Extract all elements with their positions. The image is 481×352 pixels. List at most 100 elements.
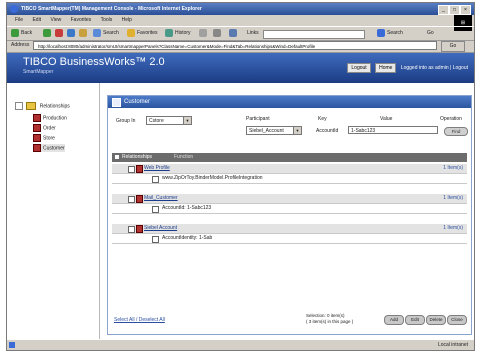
selection-summary: Selection: 0 item(s) ( 3 item(s) in this…	[306, 313, 353, 325]
address-label: Address	[11, 42, 30, 48]
participant-select[interactable]: Siebel_Account ▼	[246, 126, 302, 135]
home-icon[interactable]	[79, 29, 87, 37]
participant-header: Participant	[246, 116, 270, 122]
items-link[interactable]: 1 Item(s)	[443, 194, 463, 203]
edit-button[interactable]: Edit	[405, 315, 425, 325]
sidebar-item-order[interactable]: Order	[33, 124, 56, 132]
back-button[interactable]: Back	[21, 29, 32, 38]
product-subtitle: SmartMapper	[23, 69, 54, 75]
row-checkbox[interactable]	[128, 196, 135, 203]
relationship-item-row[interactable]: AccountId: 1-Sabc123	[112, 204, 467, 214]
page-done-icon	[9, 342, 15, 348]
menu-tools[interactable]: Tools	[101, 17, 113, 23]
dropdown-arrow-icon[interactable]: ▼	[293, 127, 301, 134]
row-checkbox[interactable]	[128, 166, 135, 173]
participant-value: Siebel_Account	[249, 128, 284, 134]
row-checkbox[interactable]	[152, 236, 159, 243]
address-go-button[interactable]: Go	[441, 41, 465, 52]
menu-favorites[interactable]: Favorites	[71, 17, 92, 23]
folder-icon	[26, 102, 37, 110]
mail-icon[interactable]	[199, 29, 207, 37]
maximize-icon[interactable]: □	[449, 5, 460, 15]
home-button[interactable]: Home	[375, 63, 397, 73]
item-label: AccountIdentity: 1-Sab	[162, 235, 213, 241]
value-input[interactable]: 1-Sabc123	[348, 126, 438, 134]
search-icon[interactable]	[93, 29, 101, 37]
sidebar-item-customer[interactable]: Customer	[33, 144, 65, 152]
row-checkbox[interactable]	[128, 226, 135, 233]
expand-icon[interactable]	[15, 102, 23, 110]
panel-title: Customer	[124, 99, 151, 105]
relationship-group-row[interactable]: Mail_Customer 1 Item(s)	[112, 194, 467, 204]
group-select[interactable]: Cstore ▼	[146, 116, 192, 125]
menu-edit[interactable]: Edit	[32, 17, 41, 23]
stop-icon[interactable]	[55, 29, 63, 37]
history-icon[interactable]	[165, 29, 173, 37]
toolbar-search-input[interactable]	[263, 30, 365, 39]
logout-button[interactable]: Logout	[347, 63, 371, 73]
collapse-icon[interactable]	[115, 155, 119, 159]
page-item-count: ( 3 item(s) in this page )	[306, 319, 354, 324]
items-link[interactable]: 1 Item(s)	[443, 164, 463, 173]
favorites-button[interactable]: Favorites	[137, 29, 158, 38]
sidebar-item-label: Customer	[43, 145, 65, 152]
status-zone: Local intranet	[437, 342, 468, 348]
search-button[interactable]: Search	[103, 29, 119, 38]
close-button[interactable]: Close	[447, 315, 467, 325]
menu-file[interactable]: File	[15, 17, 23, 23]
find-button[interactable]: Find	[444, 127, 468, 136]
page-content: TIBCO BusinessWorks™ 2.0 SmartMapper Log…	[7, 53, 474, 339]
add-button[interactable]: Add	[384, 315, 404, 325]
address-input[interactable]: http://localhost:8080/administrator/smUI…	[33, 41, 437, 50]
forward-arrow-icon[interactable]	[43, 29, 51, 37]
address-bar: Address http://localhost:8080/administra…	[7, 40, 474, 53]
history-button[interactable]: History	[175, 29, 191, 38]
participant-icon	[136, 195, 143, 203]
group-label[interactable]: Web Profile	[144, 164, 170, 173]
sidebar-item-store[interactable]: Store	[33, 134, 55, 142]
key-value: AccountId	[316, 128, 339, 134]
favorites-icon[interactable]	[127, 29, 135, 37]
items-link[interactable]: 1 Item(s)	[443, 224, 463, 233]
search-web-button[interactable]: Search	[387, 29, 403, 38]
row-checkbox[interactable]	[152, 176, 159, 183]
relationships-header: Relationships Function	[112, 153, 467, 162]
close-icon[interactable]: ×	[460, 5, 471, 15]
browser-window: TIBCO SmartMapper(TM) Management Console…	[6, 2, 475, 351]
dropdown-arrow-icon[interactable]: ▼	[183, 117, 191, 124]
edit-icon[interactable]	[229, 29, 237, 37]
relationship-item-row[interactable]: AccountIdentity: 1-Sab	[112, 234, 467, 244]
back-arrow-icon[interactable]	[11, 29, 19, 37]
minimize-icon[interactable]: _	[438, 5, 449, 15]
relationship-group-row[interactable]: Siebel Account 1 Item(s)	[112, 224, 467, 234]
row-checkbox[interactable]	[152, 206, 159, 213]
group-label[interactable]: Siebel Account	[144, 224, 177, 233]
relationship-item-row[interactable]: www.ZipOrToy.BinderModel.ProfileIntegrat…	[112, 174, 467, 184]
customer-panel: Customer Group In Cstore ▼ Participant K…	[107, 95, 472, 335]
relation-icon	[33, 114, 41, 122]
product-name: TIBCO BusinessWorks™ 2.0	[23, 56, 165, 68]
go-button[interactable]: Go	[427, 29, 434, 38]
refresh-icon[interactable]	[67, 29, 75, 37]
operation-header: Operation	[440, 116, 462, 122]
sidebar-root[interactable]: Relationships	[15, 102, 70, 110]
relationship-group-row[interactable]: Web Profile 1 Item(s)	[112, 164, 467, 174]
sidebar-item-production[interactable]: Production	[33, 114, 67, 122]
print-icon[interactable]	[213, 29, 221, 37]
relationships-sub: Function	[174, 154, 194, 160]
group-label: Group In	[116, 118, 136, 124]
links-label[interactable]: Links	[247, 29, 259, 38]
group-select-value: Cstore	[149, 118, 164, 124]
relation-icon	[33, 124, 41, 132]
status-bar: Local intranet	[7, 339, 474, 350]
toolbar: Back Search Favorites History Links Sear…	[7, 26, 474, 41]
sidebar-item-label: Order	[43, 125, 56, 132]
search-web-icon[interactable]	[377, 29, 385, 37]
participant-icon	[136, 225, 143, 233]
group-label[interactable]: Mail_Customer	[144, 194, 178, 203]
select-all-link[interactable]: Select All / Deselect All	[114, 317, 165, 323]
menu-help[interactable]: Help	[122, 17, 132, 23]
key-header: Key	[318, 116, 327, 122]
delete-button[interactable]: Delete	[426, 315, 446, 325]
menu-view[interactable]: View	[50, 17, 61, 23]
